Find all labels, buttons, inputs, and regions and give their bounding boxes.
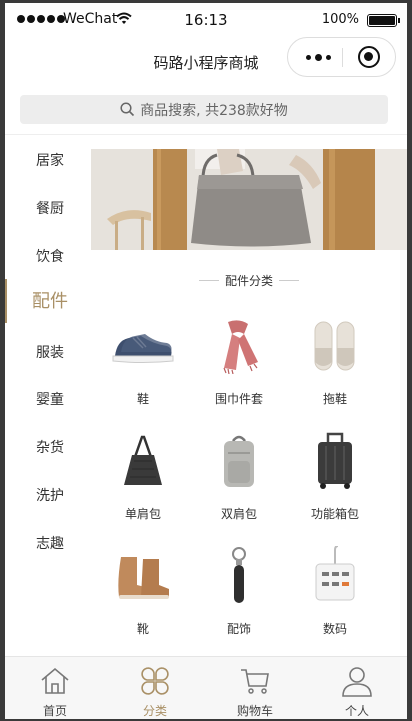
tab-label: 购物车	[236, 704, 273, 718]
category-item[interactable]: 单肩包	[95, 418, 191, 530]
sidebar-item-label: 配件	[32, 291, 68, 312]
sidebar-item-label: 餐厨	[36, 201, 64, 217]
sidebar-item-care[interactable]: 洗护	[5, 471, 91, 519]
tab-profile[interactable]: 个人	[307, 657, 407, 719]
tab-cart[interactable]: 购物车	[205, 657, 305, 719]
app-screen: WeChat 16:13 100% 码路小程序商城 商品搜索, 共238款好物	[5, 3, 407, 719]
category-label: 功能箱包	[310, 507, 359, 521]
sidebar-item-clothing[interactable]: 服装	[5, 328, 91, 376]
category-item[interactable]: 靴	[95, 533, 191, 645]
user-icon	[342, 667, 372, 697]
miniprogram-capsule	[287, 37, 396, 77]
category-label: 靴	[136, 622, 149, 636]
title-divider-left	[198, 279, 219, 281]
power-strip-image	[295, 541, 375, 611]
tab-category[interactable]: 分类	[105, 657, 205, 719]
battery-icon	[367, 14, 400, 27]
sidebar-item-hobby[interactable]: 志趣	[5, 519, 91, 567]
sidebar-item-label: 杂货	[36, 440, 64, 456]
backpack-image	[199, 426, 279, 496]
scarf-image	[199, 311, 279, 381]
sidebar-item-food[interactable]: 饮食	[5, 232, 91, 280]
search-placeholder: 商品搜索, 共238款好物	[140, 102, 288, 119]
tab-label: 首页	[42, 704, 67, 718]
category-item[interactable]: 数码	[287, 533, 383, 645]
navigation-bar: 码路小程序商城	[5, 37, 407, 83]
search-input[interactable]: 商品搜索, 共238款好物	[20, 95, 388, 124]
tab-label: 个人	[344, 704, 369, 718]
category-sidebar: 居家 餐厨 饮食 配件 服装 婴童 杂货 洗护 志趣	[5, 136, 91, 656]
sidebar-item-label: 居家	[36, 153, 64, 169]
battery-percentage: 100%	[321, 12, 359, 27]
tab-bar: 首页 分类 购物车 个人	[5, 656, 407, 719]
sidebar-item-label: 服装	[36, 345, 64, 361]
search-icon	[120, 102, 135, 117]
keychain-image	[199, 541, 279, 611]
category-label: 拖鞋	[322, 392, 347, 406]
category-item[interactable]: 鞋	[95, 303, 191, 415]
suitcase-image	[295, 426, 375, 496]
tab-home[interactable]: 首页	[5, 657, 105, 719]
category-label: 围巾件套	[214, 392, 263, 406]
sidebar-item-baby[interactable]: 婴童	[5, 375, 91, 423]
home-icon	[41, 667, 69, 694]
sidebar-item-label: 志趣	[36, 536, 64, 552]
shoulder-bag-image	[103, 426, 183, 496]
category-label: 单肩包	[124, 507, 161, 521]
banner-image	[91, 149, 407, 250]
sidebar-item-accessories[interactable]: 配件	[5, 277, 91, 325]
category-label: 鞋	[136, 392, 149, 406]
category-label: 配饰	[226, 622, 251, 636]
sidebar-item-label: 婴童	[36, 392, 64, 408]
category-icon	[141, 667, 169, 695]
sidebar-item-label: 饮食	[36, 249, 64, 265]
more-menu-icon[interactable]	[306, 54, 331, 61]
category-item[interactable]: 拖鞋	[287, 303, 383, 415]
sidebar-item-label: 洗护	[36, 488, 64, 504]
close-miniprogram-icon[interactable]	[358, 46, 380, 68]
category-label: 数码	[322, 622, 347, 636]
title-divider-right	[279, 279, 299, 281]
capsule-divider	[342, 48, 343, 67]
section-title: 配件分类	[91, 270, 407, 290]
sneaker-image	[103, 311, 183, 381]
sidebar-item-kitchen[interactable]: 餐厨	[5, 184, 91, 232]
tab-label: 分类	[142, 704, 167, 718]
category-item[interactable]: 功能箱包	[287, 418, 383, 530]
category-item[interactable]: 围巾件套	[191, 303, 287, 415]
slipper-image	[295, 311, 375, 381]
sidebar-item-home[interactable]: 居家	[5, 136, 91, 184]
section-title-text: 配件分类	[224, 273, 273, 288]
category-item[interactable]: 配饰	[191, 533, 287, 645]
sidebar-item-sundries[interactable]: 杂货	[5, 423, 91, 471]
boot-image	[103, 541, 183, 611]
category-item[interactable]: 双肩包	[191, 418, 287, 530]
cart-icon	[241, 669, 269, 694]
status-bar: WeChat 16:13 100%	[5, 3, 407, 37]
search-area: 商品搜索, 共238款好物	[5, 91, 407, 135]
category-banner[interactable]	[91, 149, 407, 250]
category-label: 双肩包	[220, 507, 257, 521]
